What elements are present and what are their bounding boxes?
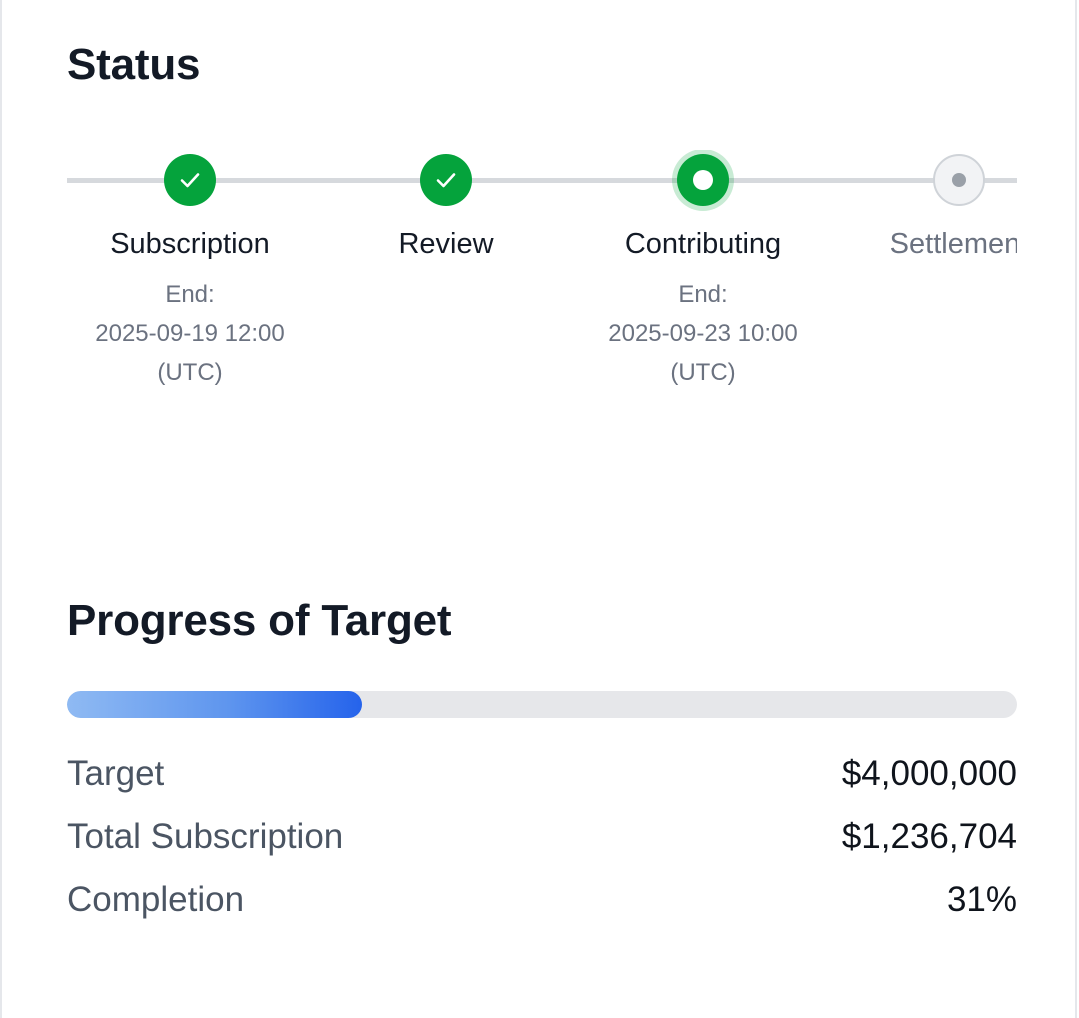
step-contributing: Contributing End: 2025-09-23 10:00 (UTC) bbox=[575, 150, 831, 392]
step-label: Review bbox=[398, 228, 494, 260]
target-value: $4,000,000 bbox=[841, 754, 1017, 793]
pending-dot-icon bbox=[933, 154, 985, 206]
step-label: Contributing bbox=[624, 228, 782, 260]
target-label: Target bbox=[67, 754, 165, 793]
completion-row: Completion 31% bbox=[67, 880, 1017, 924]
step-label: Settlement bbox=[889, 228, 1017, 260]
status-progress-panel: Status Subscription End: 2025-09-19 12:0… bbox=[0, 0, 1077, 1018]
progress-bar-fill bbox=[67, 691, 362, 718]
total-subscription-label: Total Subscription bbox=[67, 817, 344, 856]
step-subscription: Subscription End: 2025-09-19 12:00 (UTC) bbox=[67, 150, 318, 392]
step-end-datetime: 2025-09-19 12:00 bbox=[95, 320, 285, 347]
completion-value: 31% bbox=[946, 880, 1017, 919]
step-end-label: End: bbox=[678, 281, 728, 308]
step-settlement: Settlement bbox=[831, 150, 1017, 261]
active-dot-icon bbox=[677, 154, 729, 206]
step-end-label: End: bbox=[165, 281, 215, 308]
target-row: Target $4,000,000 bbox=[67, 754, 1017, 798]
step-review: Review bbox=[318, 150, 574, 261]
step-end-timezone: (UTC) bbox=[157, 359, 223, 386]
status-stepper: Subscription End: 2025-09-19 12:00 (UTC)… bbox=[67, 150, 1017, 410]
progress-title: Progress of Target bbox=[67, 596, 452, 645]
checkmark-icon bbox=[164, 154, 216, 206]
progress-bar bbox=[67, 691, 1017, 718]
step-end-datetime: 2025-09-23 10:00 bbox=[608, 320, 798, 347]
step-end-timezone: (UTC) bbox=[670, 359, 736, 386]
completion-label: Completion bbox=[67, 880, 245, 919]
status-title: Status bbox=[67, 40, 201, 89]
total-subscription-value: $1,236,704 bbox=[841, 817, 1017, 856]
checkmark-icon bbox=[420, 154, 472, 206]
step-label: Subscription bbox=[110, 228, 270, 260]
total-subscription-row: Total Subscription $1,236,704 bbox=[67, 817, 1017, 861]
